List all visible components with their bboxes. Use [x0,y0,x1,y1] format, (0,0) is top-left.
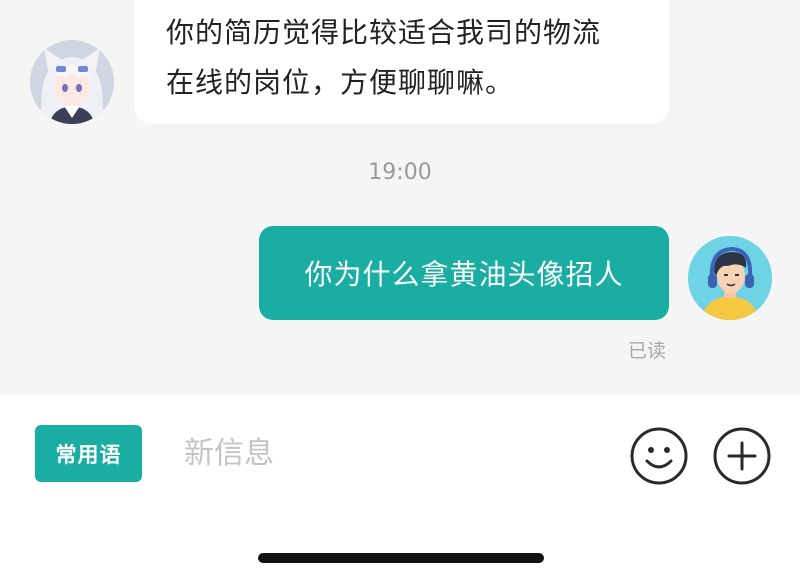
home-indicator[interactable] [258,553,544,563]
outgoing-message-bubble[interactable]: 你为什么拿黄油头像招人 [259,226,669,320]
incoming-message-line: 你的简历觉得比较适合我司的物流 [166,16,602,49]
outgoing-message-text: 你为什么拿黄油头像招人 [304,258,624,291]
message-input[interactable] [170,423,600,483]
message-timestamp: 19:00 [368,160,432,185]
incoming-message-bubble[interactable]: 你的简历觉得比较适合我司的物流 在线的岗位，方便聊聊嘛。 [134,0,669,124]
common-phrases-button[interactable]: 常用语 [35,425,142,482]
incoming-message-line: 在线的岗位，方便聊聊嘛。 [166,66,515,99]
recruiter-avatar[interactable] [30,40,114,124]
emoji-button[interactable] [630,427,688,485]
anime-girl-avatar-icon [30,40,114,124]
more-actions-button[interactable] [713,427,771,485]
plus-circle-icon [713,427,771,485]
message-list[interactable]: 你的简历觉得比较适合我司的物流 在线的岗位，方便聊聊嘛。 19:00 你为什么拿… [0,0,800,395]
chat-screen: 你的简历觉得比较适合我司的物流 在线的岗位，方便聊聊嘛。 19:00 你为什么拿… [0,0,800,580]
input-bar: 常用语 [0,395,800,580]
user-avatar[interactable] [688,236,772,320]
smiley-icon [630,427,688,485]
headphone-man-avatar-icon [688,236,772,320]
read-status: 已读 [628,340,667,362]
